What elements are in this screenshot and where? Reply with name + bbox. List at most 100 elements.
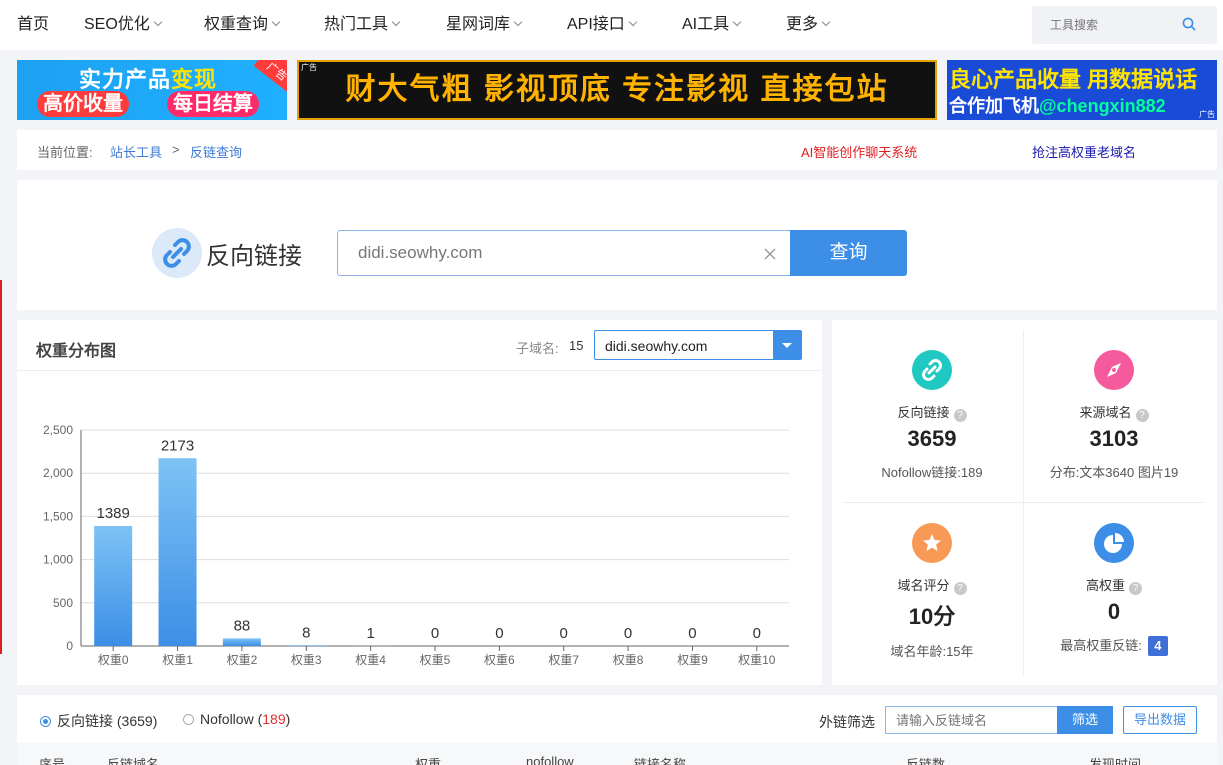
x-tick-label: 权重0 [98,653,129,667]
clear-icon[interactable] [763,247,777,261]
column-header[interactable]: nofollow [526,754,574,765]
stat-label: 域名评分 [897,578,950,593]
chevron-down-icon [628,17,638,27]
query-panel: 反向链接 查询 [17,180,1217,310]
data-label: 0 [688,625,696,642]
stat-backlinks: 反向链接? 3659 Nofollow链接:189 [837,350,1027,481]
ai-chat-system-link[interactable]: AI智能创作聊天系统 [801,142,917,161]
left-edge-strip [0,280,2,654]
query-button[interactable]: 查询 [790,230,907,276]
ad-banner-center-text: 财大气粗 影视顶底 专注影视 直接包站 [345,73,889,106]
tool-search-box [1032,6,1217,44]
tool-search-input[interactable] [1050,15,1180,35]
nav-keyword-library[interactable]: 星网词库 [446,0,523,50]
chevron-down-icon [821,17,831,27]
stat-sub: 分布:文本3640 图片19 [1049,465,1179,480]
radio-nofollow[interactable]: Nofollow (189) [183,711,290,727]
nav-ai-tools[interactable]: AI工具 [682,0,742,50]
max-weight-badge: 4 [1147,636,1168,656]
help-icon[interactable]: ? [953,409,967,422]
nav-weight-query[interactable]: 权重查询 [204,0,281,50]
filter-label: 外链筛选 [819,714,875,730]
top-nav: 首页 SEO优化 权重查询 热门工具 星网词库 API接口 AI工具 更多 [0,0,1223,50]
radio-dot [183,714,194,725]
breadcrumb-separator: > [172,142,180,157]
y-tick-label: 2,500 [43,423,73,437]
stat-sub: 域名年龄:15年 [890,644,974,659]
link-icon [912,350,952,390]
data-label: 8 [302,624,310,641]
subdomain-select-value: didi.seowhy.com [605,338,708,354]
x-tick-label: 权重10 [738,653,776,667]
nav-seo[interactable]: SEO优化 [84,0,163,50]
chevron-down-icon [271,17,281,27]
link-icon [152,228,202,278]
filter-button[interactable]: 筛选 [1057,706,1113,734]
table-header: 序号 反链域名 权重 nofollow 链接名称 反链数 发现时间 [17,743,1217,765]
y-tick-label: 1,000 [43,553,73,567]
bar [287,645,326,646]
column-header: 链接名称 [634,757,687,765]
domain-input[interactable] [337,230,792,276]
nav-hot-tools[interactable]: 热门工具 [324,0,401,50]
column-header[interactable]: 发现时间 [1089,754,1141,765]
help-icon[interactable]: ? [953,582,967,595]
column-header[interactable]: 反链域名 [107,754,159,765]
stat-value: 3659 [907,426,957,451]
export-button[interactable]: 导出数据 [1123,706,1197,734]
subdomain-label: 子域名: [516,341,559,356]
radio-dot [40,716,51,727]
query-title: 反向链接 [206,243,302,270]
breadcrumb-backlink-query[interactable]: 反链查询 [190,142,242,161]
stat-domain-score: 域名评分? 10分 域名年龄:15年 [837,523,1027,660]
nav-home[interactable]: 首页 [17,0,49,50]
x-tick-label: 权重4 [355,653,386,667]
help-icon[interactable]: ? [1129,582,1142,595]
ad-banner-center[interactable]: 广告 财大气粗 影视顶底 专注影视 直接包站 [297,60,937,120]
weight-bar-chart: 05001,0001,5002,0002,5001389权重02173权重188… [43,423,789,667]
data-label: 88 [234,617,251,634]
ad-banner-left-pill1: 高价收量 [37,91,129,117]
ad-banner-right-line2: 合作加飞机@chengxin882 [949,96,1166,116]
ad-banner-left[interactable]: 实力产品变现 高价收量 每日结算 广告 [17,60,287,120]
stat-label: 反向链接 [897,405,950,420]
data-label: 0 [624,625,632,642]
nav-api[interactable]: API接口 [567,0,638,50]
chevron-down-icon[interactable] [773,331,801,359]
nav-more[interactable]: 更多 [786,0,831,50]
stat-value: 3103 [1089,426,1139,451]
x-tick-label: 权重5 [420,653,451,667]
stat-label: 高权重 [1085,578,1125,593]
x-tick-label: 权重3 [291,653,322,667]
breadcrumb: 当前位置: 站长工具 > 反链查询 AI智能创作聊天系统 抢注高权重老域名 [17,130,1217,170]
breadcrumb-webmaster-tools[interactable]: 站长工具 [110,142,162,161]
stat-value: 0 [1107,599,1121,624]
chevron-down-icon [391,17,401,27]
stat-sub: 最高权重反链: 4 [1019,635,1209,656]
search-icon[interactable] [1182,17,1196,31]
column-header[interactable]: 权重 [415,754,441,765]
old-domain-link[interactable]: 抢注高权重老域名 [1032,142,1136,161]
data-label: 0 [753,625,761,642]
help-icon[interactable]: ? [1135,409,1149,422]
subdomain-select[interactable]: didi.seowhy.com [594,330,802,360]
subdomain-count: 15 [569,338,584,353]
bar [158,458,197,646]
weight-distribution-panel: 权重分布图 子域名: 15 didi.seowhy.com 0 500 1,000 1… [17,320,822,685]
ad-banner-right[interactable]: 良心产品收量 用数据说话 合作加飞机@chengxin882 广告 [947,60,1217,120]
bar [94,525,133,646]
column-header[interactable]: 反链数 [906,754,945,765]
filter-domain-input[interactable] [885,706,1057,734]
stat-high-weight: 高权重? 0 最高权重反链: 4 [1019,523,1209,656]
breadcrumb-label: 当前位置: [37,145,93,160]
ad-banner-left-pill2: 每日结算 [167,91,259,117]
y-tick-label: 0 [66,639,73,653]
data-label: 0 [431,625,439,642]
ad-label: 广告 [1199,110,1215,119]
data-label: 1389 [96,505,129,522]
backlink-list-panel: 反向链接 (3659) Nofollow (189) 外链筛选 筛选 导出数据 … [17,695,1217,765]
chevron-down-icon [513,17,523,27]
x-tick-label: 权重8 [613,653,644,667]
radio-backlinks[interactable]: 反向链接 (3659) [40,711,157,731]
x-tick-label: 权重9 [677,653,708,667]
